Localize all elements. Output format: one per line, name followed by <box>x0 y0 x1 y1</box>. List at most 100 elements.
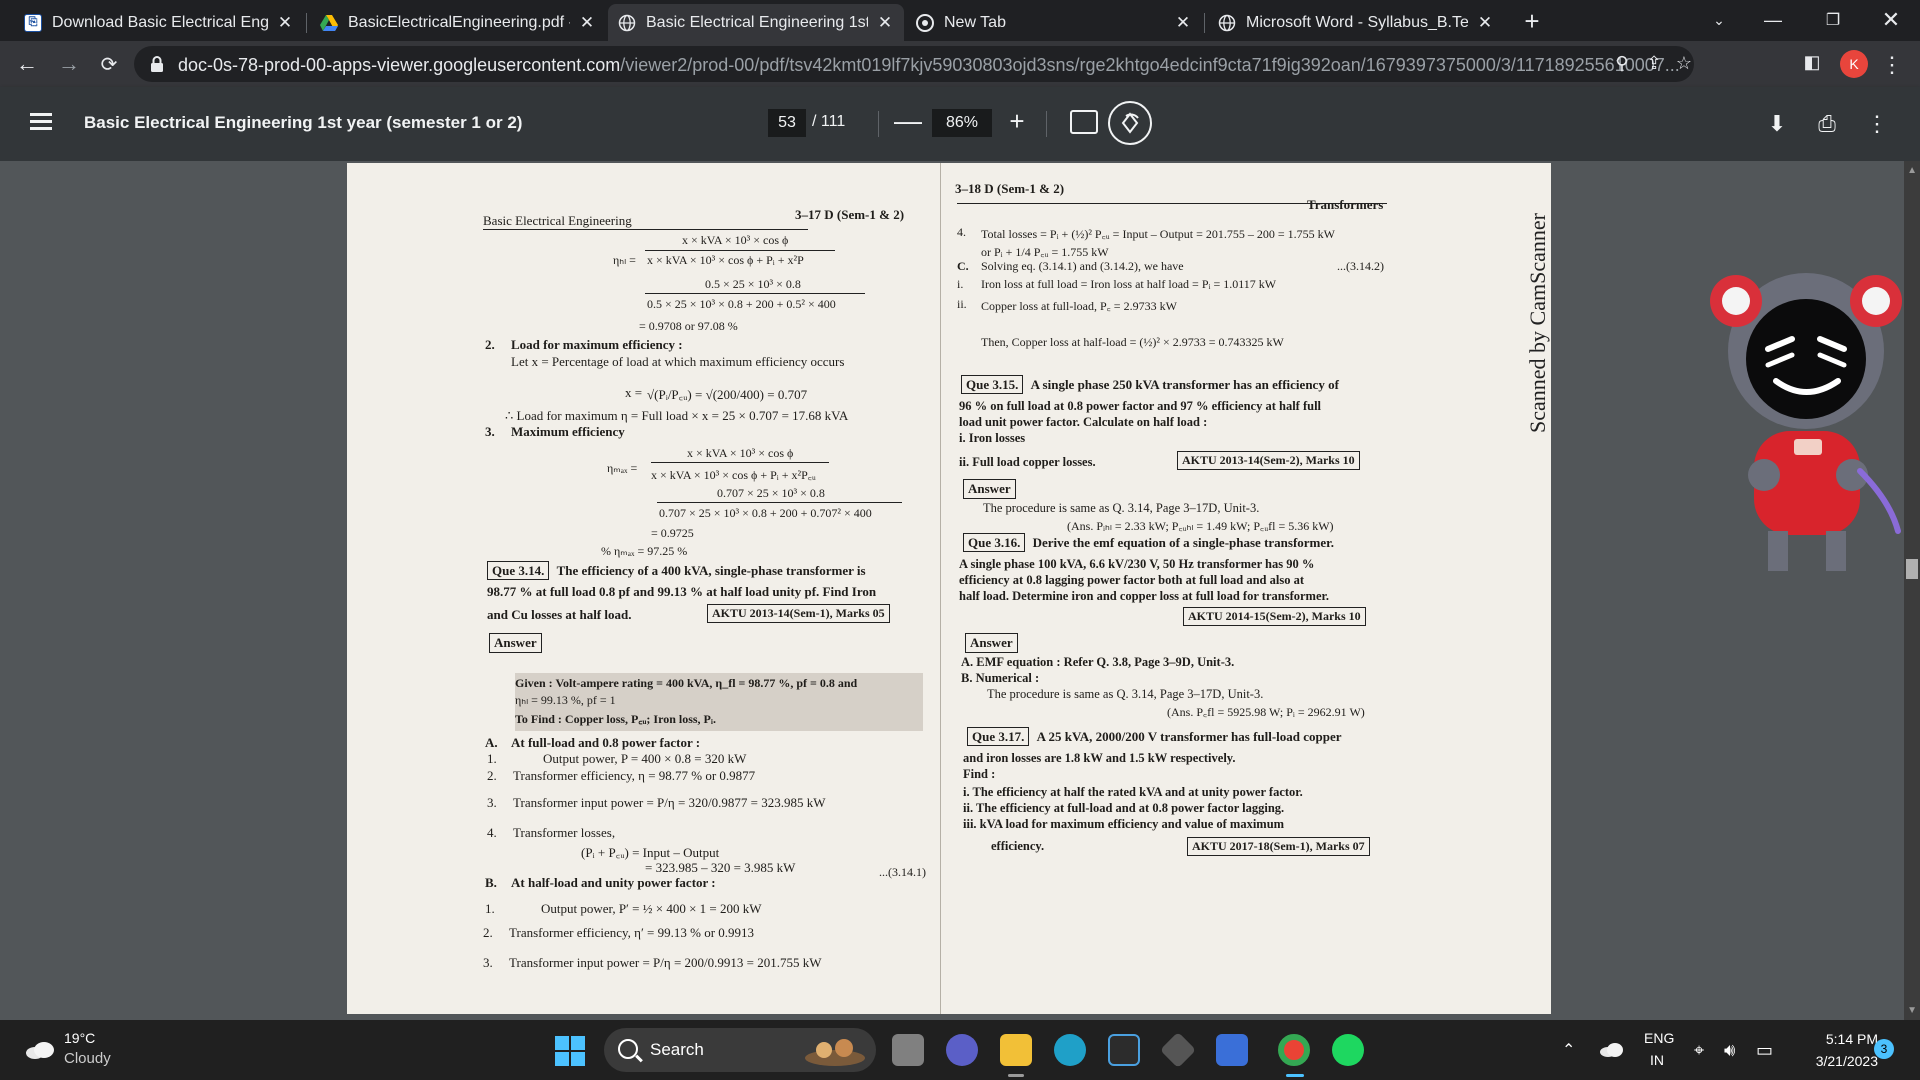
taskbar-search[interactable]: Search <box>604 1028 876 1072</box>
step-number: A. <box>485 735 498 750</box>
close-icon[interactable]: ✕ <box>578 13 596 33</box>
given-text: To Find : Copper loss, P꜀ᵤ; Iron loss, P… <box>515 712 716 726</box>
print-icon[interactable]: ⎙ <box>1812 109 1842 139</box>
tray-overflow-chevron-icon[interactable]: ⌃ <box>1562 1020 1575 1080</box>
restore-button[interactable]: ❐ <box>1804 0 1862 40</box>
step-text: Transformer losses, <box>513 825 616 840</box>
tray-cloud-icon[interactable] <box>1598 1042 1624 1058</box>
address-bar[interactable]: doc-0s-78-prod-00-apps-viewer.googleuser… <box>134 46 1694 82</box>
lock-icon[interactable] <box>148 55 166 73</box>
profile-avatar[interactable]: K <box>1840 50 1868 78</box>
file-explorer-icon[interactable] <box>1000 1034 1032 1066</box>
notification-badge[interactable]: 3 <box>1874 1039 1894 1059</box>
tab-pdf-drive[interactable]: BasicElectricalEngineering.pdf - G ✕ <box>310 4 606 41</box>
left-page-header: Basic Electrical Engineering <box>483 213 632 228</box>
bookmark-star-icon[interactable]: ☆ <box>1672 53 1696 77</box>
side-panel-icon[interactable]: ◧ <box>1800 52 1824 76</box>
pdf-toolbar: Basic Electrical Engineering 1st year (s… <box>0 87 1920 161</box>
reload-button[interactable]: ⟳ <box>94 49 124 79</box>
zoom-input[interactable]: 86% <box>932 109 992 137</box>
question-text: and iron losses are 1.8 kW and 1.5 kW re… <box>963 751 1236 765</box>
weather-temperature[interactable]: 19°C <box>64 1030 95 1046</box>
question-3-17: Que 3.17. A 25 kVA, 2000/200 V transform… <box>967 727 1342 746</box>
taskbar-clock[interactable]: 5:14 PM 3/21/2023 <box>1792 1028 1878 1072</box>
windows-taskbar: 19°C Cloudy Search ⌃ ENG IN ⌖ 🔊︎ ▭ 5:14 … <box>0 1020 1920 1080</box>
page-number-input[interactable]: 53 <box>768 109 806 137</box>
step-number: C. <box>957 259 969 273</box>
back-button[interactable]: ← <box>12 49 42 79</box>
zoom-magnifier-icon[interactable]: ⚲ <box>1610 53 1634 77</box>
chrome-taskbar-icon[interactable] <box>1278 1034 1310 1066</box>
volume-icon[interactable]: 🔊︎ <box>1724 1020 1735 1080</box>
scroll-down-arrow-icon[interactable]: ▼ <box>1907 1005 1917 1016</box>
zoom-in-button[interactable]: + <box>1004 107 1030 137</box>
formula-label: ηₕₗ = <box>613 253 636 267</box>
step-text: Transformer efficiency, η = 98.77 % or 0… <box>513 768 756 783</box>
app-blue-icon[interactable] <box>1216 1034 1248 1066</box>
task-view-icon[interactable] <box>892 1034 924 1066</box>
minimize-button[interactable]: — <box>1744 0 1802 40</box>
scroll-thumb[interactable] <box>1906 559 1918 579</box>
browser-tab-strip: ⎘ Download Basic Electrical Enginee ✕ Ba… <box>0 0 1920 41</box>
tab-basic-electrical-active[interactable]: Basic Electrical Engineering 1st ye ✕ <box>608 4 904 41</box>
rotate-icon[interactable] <box>1108 101 1152 145</box>
formula-line: 0.707 × 25 × 10³ × 0.8 + 200 + 0.707² × … <box>659 506 872 520</box>
share-icon[interactable]: ⇪ <box>1642 53 1666 77</box>
close-icon[interactable]: ✕ <box>276 13 294 33</box>
formula-line: √(Pᵢ/P꜀ᵤ) = √(200/400) = 0.707 <box>647 387 808 402</box>
tab-title: Basic Electrical Engineering 1st ye <box>646 13 868 31</box>
forward-button[interactable]: → <box>54 49 84 79</box>
language-indicator[interactable]: ENG <box>1644 1030 1674 1046</box>
menu-icon[interactable] <box>30 113 52 131</box>
microsoft-store-icon[interactable] <box>1108 1034 1140 1066</box>
question-3-14: Que 3.14. The efficiency of a 400 kVA, s… <box>487 561 866 580</box>
close-window-button[interactable]: ✕ <box>1862 0 1920 40</box>
weather-description[interactable]: Cloudy <box>64 1050 111 1067</box>
marks-badge: AKTU 2013-14(Sem-2), Marks 10 <box>1177 451 1360 470</box>
tab-title: Microsoft Word - Syllabus_B.Tech <box>1246 13 1468 31</box>
chrome-icon <box>916 13 934 32</box>
answer-text: The procedure is same as Q. 3.14, Page 3… <box>983 501 1260 515</box>
given-text: Given : Volt-ampere rating = 400 kVA, η_… <box>515 676 858 690</box>
network-icon[interactable]: ⌖ <box>1694 1020 1704 1080</box>
mascot-sticker[interactable] <box>1710 231 1910 671</box>
close-icon[interactable]: ✕ <box>1174 13 1192 33</box>
zoom-out-button[interactable]: — <box>894 107 922 137</box>
vertical-scrollbar[interactable]: ▲ ▼ <box>1904 161 1920 1020</box>
url-text[interactable]: doc-0s-78-prod-00-apps-viewer.googleuser… <box>178 55 1680 76</box>
spotify-icon[interactable] <box>1332 1034 1364 1066</box>
windows-start-icon[interactable] <box>555 1036 585 1066</box>
formula-line: x × kVA × 10³ × cos ϕ <box>687 446 794 460</box>
close-icon[interactable]: ✕ <box>1476 13 1494 33</box>
tab-new-tab[interactable]: New Tab ✕ <box>906 4 1202 41</box>
search-icon <box>618 1039 638 1059</box>
answer-text: (Ans. P꜀fl = 5925.98 W; Pᵢ = 2962.91 W) <box>1167 705 1365 719</box>
fit-to-page-icon[interactable] <box>1070 110 1098 134</box>
download-icon[interactable]: ⬇ <box>1762 109 1792 139</box>
new-tab-button[interactable]: + <box>1517 7 1547 37</box>
step-heading: Maximum efficiency <box>511 424 625 439</box>
tab-microsoft-word[interactable]: Microsoft Word - Syllabus_B.Tech ✕ <box>1208 4 1504 41</box>
marks-badge: AKTU 2014-15(Sem-2), Marks 10 <box>1183 607 1366 626</box>
tab-download-basic[interactable]: ⎘ Download Basic Electrical Enginee ✕ <box>14 4 304 41</box>
meet-chat-icon[interactable] <box>946 1034 978 1066</box>
step-heading: At full-load and 0.8 power factor : <box>511 735 701 750</box>
step-text: Copper loss at full-load, P꜀ = 2.9733 kW <box>981 299 1177 313</box>
edge-icon[interactable] <box>1054 1034 1086 1066</box>
header-rule <box>957 203 1387 204</box>
language-region[interactable]: IN <box>1650 1052 1664 1068</box>
tab-search-chevron-icon[interactable]: ⌄ <box>1690 0 1748 40</box>
answer-text: The procedure is same as Q. 3.14, Page 3… <box>987 687 1264 701</box>
more-menu-icon[interactable]: ⋮ <box>1880 52 1904 77</box>
pdf-document-area[interactable]: Basic Electrical Engineering 3–17 D (Sem… <box>0 161 1920 1020</box>
more-actions-icon[interactable]: ⋮ <box>1862 109 1892 139</box>
close-icon[interactable]: ✕ <box>876 13 894 33</box>
answer-text: B. Numerical : <box>961 671 1040 685</box>
document-title: Basic Electrical Engineering 1st year (s… <box>84 113 523 132</box>
app-diamond-icon[interactable] <box>1159 1031 1197 1069</box>
battery-icon[interactable]: ▭ <box>1756 1020 1773 1080</box>
marks-badge: AKTU 2013-14(Sem-1), Marks 05 <box>707 604 890 623</box>
cloud-icon[interactable] <box>24 1040 56 1060</box>
scroll-up-arrow-icon[interactable]: ▲ <box>1907 165 1917 176</box>
formula-line: = 0.9725 <box>651 526 694 540</box>
